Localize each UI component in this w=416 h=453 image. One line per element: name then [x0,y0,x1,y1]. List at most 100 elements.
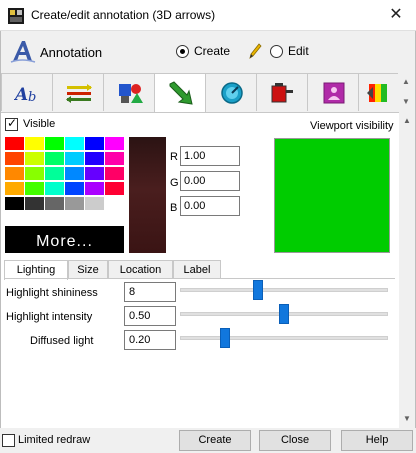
annotation-type-tabs: A b [1,73,399,113]
color-swatch[interactable] [105,152,124,165]
scroll-down-icon[interactable]: ▼ [403,414,411,423]
highlight-shininess-label: Highlight shininess [6,287,98,299]
panel-scrollbar[interactable]: ▲ ▼ [399,112,415,428]
tab-color-cube[interactable] [358,73,399,111]
limited-redraw-label: Limited redraw [18,434,91,446]
color-swatch[interactable] [105,197,124,210]
close-button[interactable]: Close [259,430,331,451]
tab-3d-arrow[interactable] [154,73,206,113]
tab-gauge[interactable] [205,73,257,111]
3d-arrow-icon [169,81,193,105]
highlight-shininess-slider[interactable] [253,280,263,300]
visible-label: Visible [23,118,56,130]
color-swatch[interactable] [45,152,64,165]
visible-checkbox[interactable]: ✓ [5,116,18,131]
viewport-color-swatch[interactable] [274,138,390,253]
shapes-icon [119,84,143,103]
color-swatch[interactable] [65,137,84,150]
color-swatch[interactable] [85,137,104,150]
color-swatch[interactable] [5,137,24,150]
battery-icon [271,83,293,103]
annotation-label: Annotation [40,45,103,60]
text-style-icon: A b [14,85,36,105]
color-swatch[interactable] [105,137,124,150]
diffused-light-track[interactable] [180,336,388,340]
b-input[interactable]: 0.00 [180,196,240,216]
window-title: Create/edit annotation (3D arrows) [31,8,216,22]
color-swatch[interactable] [65,182,84,195]
subtab-lighting[interactable]: Lighting [4,260,68,280]
color-cube-icon [367,84,387,102]
annotation-a-icon [10,41,36,63]
color-swatch[interactable] [25,197,44,210]
r-label: R [170,151,178,163]
color-swatch[interactable] [45,182,64,195]
check-mark-icon: ✓ [7,116,18,130]
highlight-intensity-slider[interactable] [279,304,289,324]
tab-scroll-down-icon[interactable]: ▼ [402,97,410,106]
color-swatch[interactable] [25,152,44,165]
tab-battery[interactable] [256,73,308,111]
more-colors-button[interactable]: More... [5,226,124,253]
limited-redraw-checkbox[interactable] [2,434,15,447]
subtab-size[interactable]: Size [68,260,108,279]
title-bar: Create/edit annotation (3D arrows) ✕ [0,0,416,31]
tab-text-style[interactable]: A b [1,73,53,111]
color-swatch[interactable] [25,182,44,195]
edit-mode-label[interactable]: Edit [288,44,309,58]
color-swatch[interactable] [45,167,64,180]
color-swatch[interactable] [5,182,24,195]
color-swatch[interactable] [65,167,84,180]
color-swatch[interactable] [65,197,84,210]
color-gradient-strip[interactable] [129,137,166,253]
svg-text:b: b [28,90,36,105]
tab-scroll-up-icon[interactable]: ▲ [402,77,410,86]
create-button[interactable]: Create [179,430,251,451]
close-window-button[interactable]: ✕ [380,1,412,29]
g-input[interactable]: 0.00 [180,171,240,191]
color-swatch[interactable] [85,167,104,180]
color-swatch[interactable] [5,197,24,210]
b-label: B [170,202,178,214]
tab-scroll-buttons[interactable]: ▲ ▼ [398,73,414,111]
app-icon [8,8,24,24]
color-swatch[interactable] [45,197,64,210]
color-swatch[interactable] [25,167,44,180]
create-mode-radio[interactable] [176,45,189,58]
subtab-divider [4,278,395,279]
diffused-light-input[interactable]: 0.20 [124,330,176,350]
color-swatch[interactable] [85,182,104,195]
annotation-header: Annotation Create Edit [0,34,416,70]
subtab-location[interactable]: Location [108,260,173,279]
radio-selected-dot [180,49,185,54]
create-mode-label[interactable]: Create [194,44,230,58]
tab-shapes[interactable] [103,73,155,111]
pencil-icon [249,43,262,59]
color-swatch[interactable] [105,167,124,180]
highlight-intensity-input[interactable]: 0.50 [124,306,176,326]
color-swatch[interactable] [105,182,124,195]
color-swatch-grid [5,137,125,225]
r-input[interactable]: 1.00 [180,146,240,166]
diffused-light-slider[interactable] [220,328,230,348]
tab-stamp[interactable] [307,73,359,111]
svg-text:A: A [14,85,28,105]
g-label: G [170,177,179,189]
diffused-light-label: Diffused light [30,335,94,347]
help-button[interactable]: Help [341,430,413,451]
color-swatch[interactable] [5,167,24,180]
highlight-shininess-input[interactable]: 8 [124,282,176,302]
subtab-label[interactable]: Label [173,260,221,279]
scroll-up-icon[interactable]: ▲ [403,116,411,125]
color-swatch[interactable] [25,137,44,150]
color-swatch[interactable] [85,152,104,165]
edit-mode-radio[interactable] [270,45,283,58]
color-swatch[interactable] [65,152,84,165]
highlight-intensity-label: Highlight intensity [6,311,93,323]
color-swatch[interactable] [45,137,64,150]
highlight-shininess-track[interactable] [180,288,388,292]
arrows-icon [66,84,92,103]
tab-arrows[interactable] [52,73,104,111]
color-swatch[interactable] [5,152,24,165]
color-swatch[interactable] [85,197,104,210]
